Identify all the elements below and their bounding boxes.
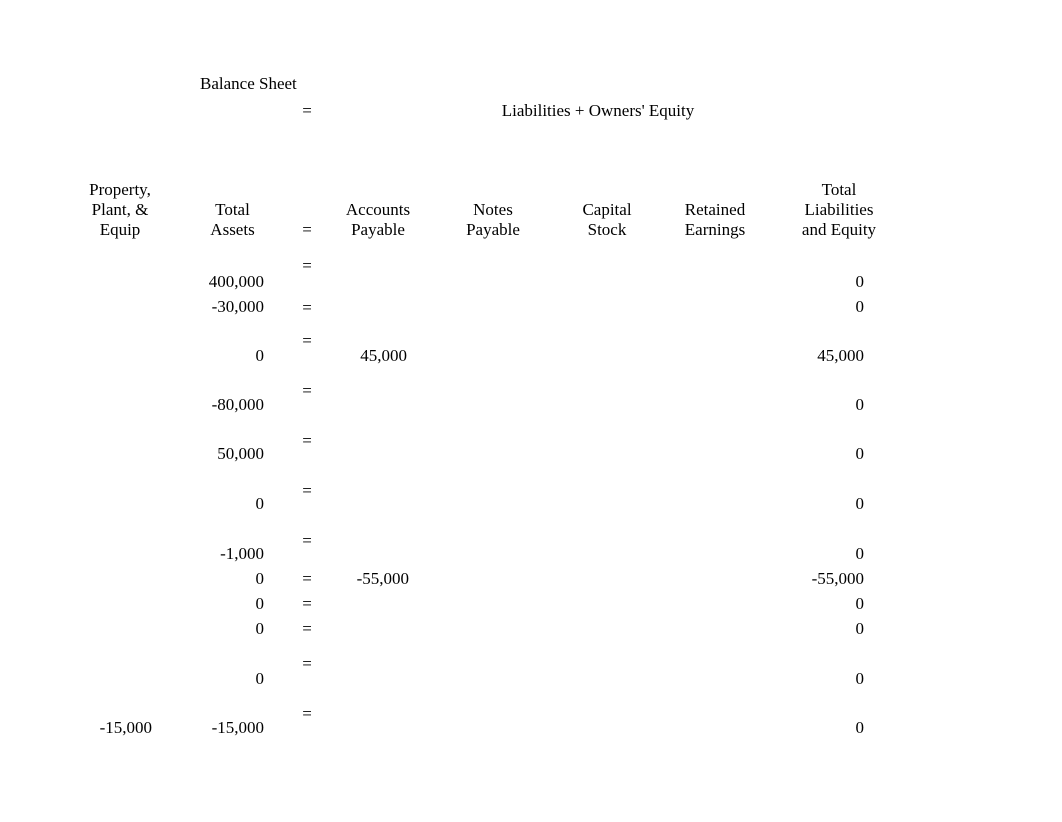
header-total-assets-line2: Total xyxy=(215,200,250,219)
header-notes-payable-line3: Payable xyxy=(466,220,520,239)
table-row: -55,000 xyxy=(356,569,409,588)
row-equals-sign: = xyxy=(302,619,312,638)
table-row: 0 xyxy=(855,395,865,414)
header-ppe-line3: Equip xyxy=(99,220,141,239)
table-row: 0 xyxy=(255,594,265,613)
row-equals-sign: = xyxy=(302,594,312,613)
table-row: -15,000 xyxy=(99,718,152,737)
header-equals-sign: = xyxy=(302,220,312,239)
table-row: 0 xyxy=(855,444,865,463)
table-row: -1,000 xyxy=(220,544,264,563)
balance-sheet-worksheet: Balance Sheet = Liabilities + Owners' Eq… xyxy=(0,0,1062,822)
table-row: 0 xyxy=(255,569,265,588)
table-row: 0 xyxy=(855,594,865,613)
header-capital-stock-line2: Capital xyxy=(582,200,632,219)
header-total-liabilities-equity-line1: Total xyxy=(821,180,857,199)
table-row: 400,000 xyxy=(208,272,264,291)
header-capital-stock-line3: Stock xyxy=(587,220,627,239)
table-row: -30,000 xyxy=(211,297,264,316)
row-equals-sign: = xyxy=(302,654,312,673)
table-row: 0 xyxy=(255,619,265,638)
table-row: 0 xyxy=(855,718,865,737)
row-equals-sign: = xyxy=(302,481,312,500)
row-equals-sign: = xyxy=(302,256,312,275)
table-row: 0 xyxy=(255,669,265,688)
header-ppe-line2: Plant, & xyxy=(91,200,149,219)
table-row: 0 xyxy=(255,494,265,513)
table-row: 45,000 xyxy=(817,346,864,365)
table-row: 45,000 xyxy=(360,346,407,365)
row-equals-sign: = xyxy=(302,704,312,723)
table-row: -15,000 xyxy=(211,718,264,737)
row-equals-sign: = xyxy=(302,298,312,317)
row-equals-sign: = xyxy=(302,431,312,450)
row-equals-sign: = xyxy=(302,381,312,400)
table-row: 0 xyxy=(855,494,865,513)
header-retained-earnings-line3: Earnings xyxy=(684,220,746,239)
table-row: 0 xyxy=(855,297,865,316)
header-total-liabilities-equity-line2: Liabilities xyxy=(804,200,874,219)
header-notes-payable-line2: Notes xyxy=(473,200,513,219)
table-row: 0 xyxy=(855,272,865,291)
table-row: 0 xyxy=(855,619,865,638)
header-total-assets-line3: Assets xyxy=(210,220,255,239)
liabilities-equity-title: Liabilities + Owners' Equity xyxy=(501,101,695,120)
row-equals-sign: = xyxy=(302,531,312,550)
table-row: 0 xyxy=(855,544,865,563)
header-total-liabilities-equity-line3: and Equity xyxy=(801,220,877,239)
table-row: 0 xyxy=(255,346,265,365)
table-row: -80,000 xyxy=(211,395,264,414)
title-equals-sign: = xyxy=(302,101,312,120)
balance-sheet-title: Balance Sheet xyxy=(200,74,297,93)
header-accounts-payable-line3: Payable xyxy=(351,220,405,239)
table-row: 50,000 xyxy=(217,444,264,463)
table-row: 0 xyxy=(855,669,865,688)
header-retained-earnings-line2: Retained xyxy=(684,200,746,219)
header-ppe-line1: Property, xyxy=(89,180,151,199)
table-row: -55,000 xyxy=(811,569,864,588)
header-accounts-payable-line2: Accounts xyxy=(345,200,411,219)
